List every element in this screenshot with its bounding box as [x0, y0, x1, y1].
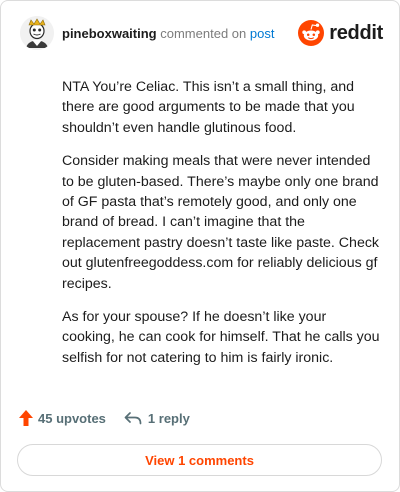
comment-card: pineboxwaiting commented on post reddit …	[0, 0, 400, 492]
view-comments-button[interactable]: View 1 comments	[17, 444, 382, 476]
avatar-image	[20, 16, 54, 50]
comment-body: NTA You’re Celiac. This isn’t a small th…	[62, 77, 382, 381]
comment-actions: 45 upvotes 1 reply	[18, 409, 190, 427]
reddit-snoo-icon	[298, 20, 325, 46]
username-link[interactable]: pineboxwaiting	[62, 26, 157, 41]
reddit-logo[interactable]: reddit	[298, 20, 383, 46]
reply-button[interactable]: 1 reply	[124, 411, 190, 426]
comment-paragraph: As for your spouse? If he doesn’t like y…	[62, 309, 380, 366]
comment-header: pineboxwaiting commented on post reddit	[1, 1, 399, 65]
post-link[interactable]: post	[250, 26, 275, 41]
reddit-wordmark: reddit	[329, 21, 383, 44]
reply-arrow-icon	[124, 412, 142, 425]
comment-paragraph: NTA You’re Celiac. This isn’t a small th…	[62, 79, 355, 136]
upvote-arrow-icon	[19, 410, 33, 426]
action-text: commented on	[160, 26, 247, 41]
comment-byline: pineboxwaiting commented on post	[62, 26, 274, 42]
avatar[interactable]	[20, 16, 54, 50]
comment-paragraph: Consider making meals that were never in…	[62, 153, 380, 292]
upvote-count: 45 upvotes	[38, 410, 106, 426]
reply-count: 1 reply	[147, 410, 190, 426]
upvote-button[interactable]: 45 upvotes	[18, 409, 106, 427]
